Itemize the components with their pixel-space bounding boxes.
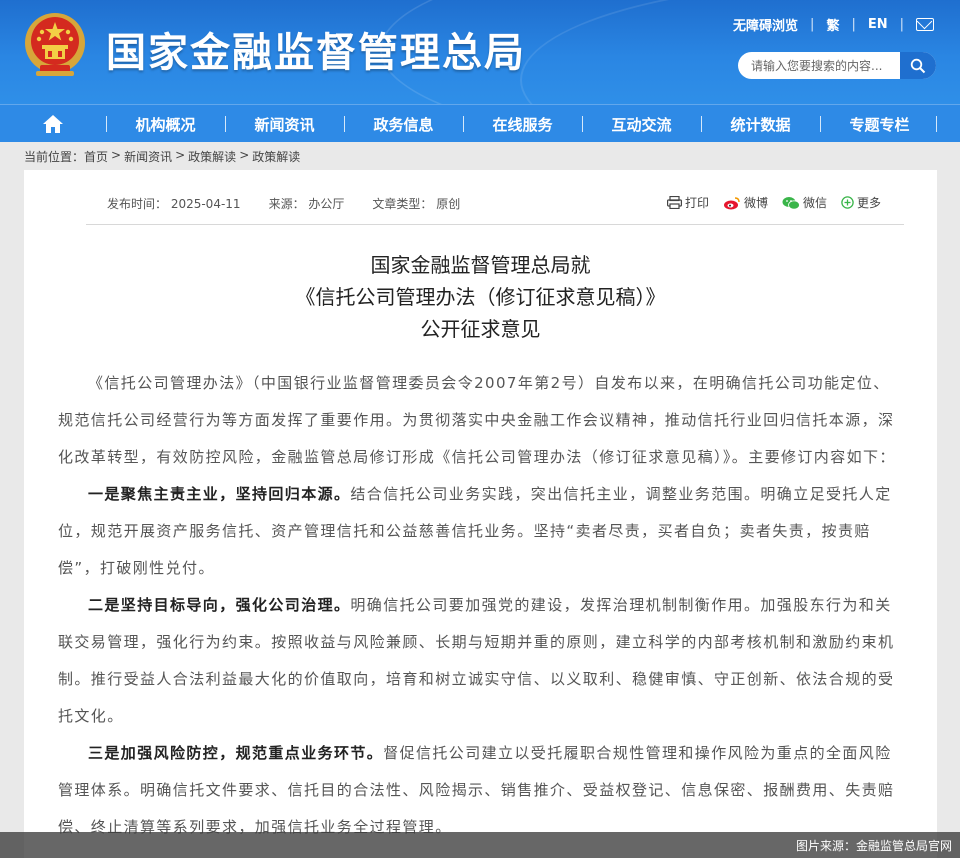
article-title: 国家金融监督管理总局就 《信托公司管理办法（修订征求意见稿）》 公开征求意见 bbox=[24, 249, 937, 345]
search-box bbox=[738, 52, 936, 79]
article-type: 文章类型： 原创 bbox=[372, 197, 461, 211]
nav-item-special-topics[interactable]: 专题专栏 bbox=[820, 105, 939, 143]
site-header: 国家金融监督管理总局 无障碍浏览 | 繁 | EN | bbox=[0, 0, 960, 104]
divider: | bbox=[851, 17, 856, 32]
main-nav: 机构概况 新闻资讯 政务信息 在线服务 互动交流 统计数据 专题专栏 bbox=[0, 104, 960, 142]
top-links: 无障碍浏览 | 繁 | EN | bbox=[733, 15, 934, 34]
weibo-icon bbox=[724, 196, 740, 209]
nav-item-about[interactable]: 机构概况 bbox=[106, 105, 225, 143]
breadcrumb-news[interactable]: 新闻资讯 bbox=[124, 148, 172, 165]
english-link[interactable]: EN bbox=[868, 17, 888, 32]
nav-item-government-info[interactable]: 政务信息 bbox=[344, 105, 463, 143]
divider bbox=[936, 116, 937, 132]
publish-time: 发布时间： 2025-04-11 bbox=[107, 197, 241, 211]
paragraph-text: 明确信托公司要加强党的建设，发挥治理机制制衡作用。加强股东行为和关联交易管理，强… bbox=[58, 596, 895, 725]
breadcrumb-separator: > bbox=[111, 148, 122, 162]
weibo-label: 微博 bbox=[744, 196, 769, 210]
article-meta: 发布时间： 2025-04-11 来源： 办公厅 文章类型： 原创 bbox=[107, 195, 460, 212]
breadcrumb-policy[interactable]: 政策解读 bbox=[188, 148, 236, 165]
paragraph-heading: 二是坚持目标导向，强化公司治理。 bbox=[88, 596, 351, 614]
title-line: 国家金融监督管理总局就 bbox=[370, 253, 591, 277]
printer-icon bbox=[667, 196, 682, 209]
weibo-share-button[interactable]: 微博 bbox=[723, 194, 768, 211]
meta-divider bbox=[86, 224, 904, 225]
nav-item-news[interactable]: 新闻资讯 bbox=[225, 105, 344, 143]
national-emblem-icon[interactable] bbox=[22, 10, 88, 80]
title-line: 《信托公司管理办法（修订征求意见稿）》 bbox=[295, 285, 666, 309]
article-body: 《信托公司管理办法》（中国银行业监督管理委员会令2007年第2号）自发布以来，在… bbox=[58, 365, 904, 846]
home-icon bbox=[43, 115, 63, 133]
accessibility-link[interactable]: 无障碍浏览 bbox=[733, 15, 798, 34]
search-button[interactable] bbox=[900, 52, 936, 79]
divider: | bbox=[899, 17, 904, 32]
breadcrumb-policy-current[interactable]: 政策解读 bbox=[252, 148, 300, 165]
paragraph-heading: 三是加强风险防控，规范重点业务环节。 bbox=[88, 744, 384, 762]
traditional-chinese-link[interactable]: 繁 bbox=[826, 15, 839, 34]
wechat-share-button[interactable]: 微信 bbox=[782, 194, 827, 211]
article-source: 来源： 办公厅 bbox=[268, 197, 345, 211]
nav-item-interaction[interactable]: 互动交流 bbox=[582, 105, 701, 143]
paragraph-heading: 一是聚焦主责主业，坚持回归本源。 bbox=[88, 485, 351, 503]
breadcrumb-separator: > bbox=[239, 148, 250, 162]
image-caption: 图片来源：金融监管总局官网 bbox=[0, 832, 960, 858]
breadcrumb-separator: > bbox=[175, 148, 186, 162]
nav-item-statistics[interactable]: 统计数据 bbox=[701, 105, 820, 143]
paragraph: 一是聚焦主责主业，坚持回归本源。结合信托公司业务实践，突出信托主业，调整业务范围… bbox=[58, 476, 904, 587]
divider: | bbox=[810, 17, 815, 32]
paragraph: 二是坚持目标导向，强化公司治理。明确信托公司要加强党的建设，发挥治理机制制衡作用… bbox=[58, 587, 904, 735]
more-share-button[interactable]: 更多 bbox=[841, 194, 881, 211]
breadcrumb-prefix: 当前位置： bbox=[24, 150, 85, 164]
share-bar: 打印 微博 微信 更多 bbox=[667, 194, 881, 211]
wechat-icon bbox=[782, 196, 800, 210]
paragraph: 《信托公司管理办法》（中国银行业监督管理委员会令2007年第2号）自发布以来，在… bbox=[58, 374, 896, 466]
breadcrumb: 当前位置： 首页 > 新闻资讯 > 政策解读 > 政策解读 bbox=[24, 148, 300, 165]
nav-home[interactable] bbox=[0, 105, 106, 143]
more-label: 更多 bbox=[857, 196, 882, 210]
paragraph: 三是加强风险防控，规范重点业务环节。督促信托公司建立以受托履职合规性管理和操作风… bbox=[58, 735, 904, 846]
breadcrumb-home[interactable]: 首页 bbox=[84, 148, 108, 165]
search-icon bbox=[910, 58, 926, 73]
nav-item-online-services[interactable]: 在线服务 bbox=[463, 105, 582, 143]
mail-icon[interactable] bbox=[916, 18, 934, 31]
title-line: 公开征求意见 bbox=[420, 317, 541, 341]
wechat-label: 微信 bbox=[803, 196, 828, 210]
plus-circle-icon bbox=[841, 196, 854, 209]
article-panel: 发布时间： 2025-04-11 来源： 办公厅 文章类型： 原创 打印 微博 bbox=[24, 170, 937, 858]
site-title[interactable]: 国家金融监督管理总局 bbox=[106, 20, 526, 78]
print-button[interactable]: 打印 bbox=[667, 194, 709, 211]
search-input[interactable] bbox=[738, 52, 898, 79]
print-label: 打印 bbox=[685, 196, 710, 210]
